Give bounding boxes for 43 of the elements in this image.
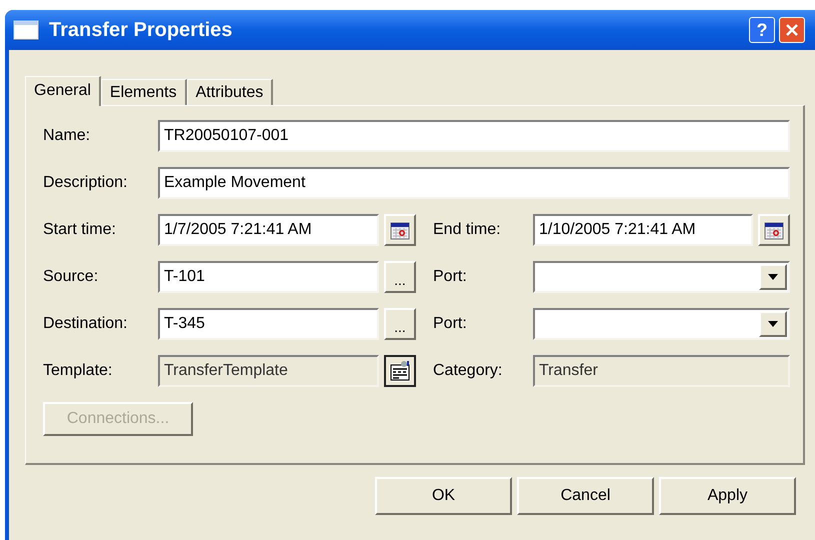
date-field[interactable]: 1/7/2005 7:21:41 AM (158, 214, 379, 246)
field-label: Port: (433, 267, 468, 287)
tab[interactable]: Attributes (186, 79, 274, 105)
field-label: Start time: (43, 220, 117, 240)
window-icon (13, 20, 39, 40)
dropdown-field[interactable] (533, 261, 790, 293)
field-label: Category: (433, 361, 504, 381)
input-field[interactable]: T-345 (158, 308, 379, 340)
field-label: Template: (43, 361, 114, 381)
field-label: Description: (43, 173, 128, 193)
close-icon (785, 23, 799, 37)
dialog-button[interactable]: OK (375, 477, 512, 515)
calendar-button[interactable] (384, 214, 416, 246)
input-field[interactable]: TransferTemplate (158, 355, 379, 387)
calendar-button[interactable] (758, 214, 790, 246)
calendar-icon (764, 220, 784, 240)
template-button[interactable] (384, 355, 416, 387)
field-label: Source: (43, 267, 100, 287)
dialog-button[interactable]: Apply (659, 477, 796, 515)
caret-icon (768, 274, 778, 280)
tab[interactable]: Elements (100, 79, 187, 105)
window-title: Transfer Properties (49, 18, 234, 43)
template-icon (389, 360, 411, 382)
help-button[interactable]: ? (749, 17, 775, 43)
caret-icon (768, 321, 778, 327)
date-field[interactable]: 1/10/2005 7:21:41 AM (533, 214, 753, 246)
close-button[interactable] (779, 17, 805, 43)
field-label: Name: (43, 126, 92, 146)
field-label: Destination: (43, 314, 128, 334)
browse-button[interactable]: ... (384, 308, 416, 340)
dropdown-field[interactable] (533, 308, 790, 340)
dialog-button[interactable]: Cancel (517, 477, 654, 515)
input-field[interactable]: Example Movement (158, 167, 790, 199)
calendar-icon (390, 220, 410, 240)
field-label: Port: (433, 314, 468, 334)
input-field[interactable]: Transfer (533, 355, 790, 387)
input-field[interactable]: TR20050107-001 (158, 120, 790, 152)
dropdown-arrow-button[interactable] (759, 264, 787, 290)
tab[interactable]: General (25, 76, 101, 106)
dropdown-arrow-button[interactable] (759, 311, 787, 337)
input-field[interactable]: T-101 (158, 261, 379, 293)
browse-button[interactable]: ... (384, 261, 416, 293)
field-label: End time: (433, 220, 502, 240)
